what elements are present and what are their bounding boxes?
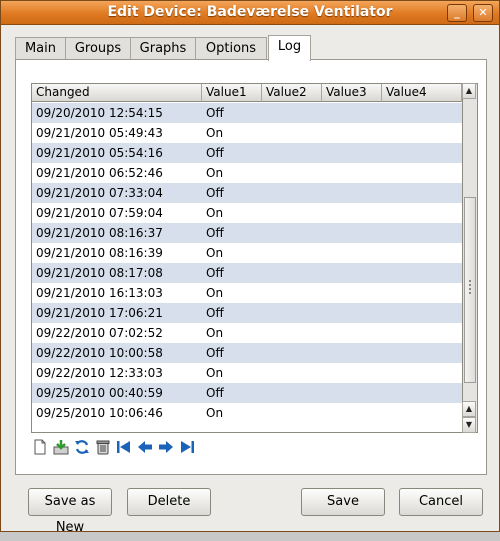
scrollbar-thumb[interactable] bbox=[464, 196, 476, 383]
tab-main[interactable]: Main bbox=[15, 37, 66, 60]
minimize-button[interactable]: _ bbox=[447, 4, 467, 22]
table-row[interactable]: 09/22/2010 12:33:03 On bbox=[32, 363, 462, 383]
cell-changed: 09/22/2010 10:00:58 bbox=[36, 346, 163, 360]
next-record-icon[interactable] bbox=[157, 438, 175, 456]
previous-record-icon[interactable] bbox=[136, 438, 154, 456]
tab-log[interactable]: Log bbox=[268, 35, 311, 61]
cell-value1: On bbox=[206, 326, 224, 340]
scroll-down-button[interactable]: ▼ bbox=[462, 417, 476, 433]
log-table: 09/20/2010 12:53:30On09/20/2010 12:54:15… bbox=[31, 83, 463, 433]
table-row[interactable]: 09/21/2010 07:33:04 Off bbox=[32, 183, 462, 203]
cell-changed: 09/21/2010 07:59:04 bbox=[36, 206, 163, 220]
cell-value1: Off bbox=[206, 266, 224, 280]
title-bar[interactable]: Edit Device: Badeværelse Ventilator _ ✕ bbox=[1, 1, 499, 25]
column-header-changed[interactable]: Changed bbox=[32, 84, 202, 102]
column-header-value2[interactable]: Value2 bbox=[262, 84, 322, 102]
cell-changed: 09/21/2010 08:16:39 bbox=[36, 246, 163, 260]
table-row[interactable]: 09/25/2010 10:06:46 On bbox=[32, 403, 462, 423]
table-row[interactable]: 09/21/2010 08:16:39 On bbox=[32, 243, 462, 263]
column-header-value1[interactable]: Value1 bbox=[202, 84, 262, 102]
cell-value1: Off bbox=[206, 186, 224, 200]
vertical-scrollbar[interactable]: ▲ ▲ ▼ bbox=[462, 83, 478, 433]
cell-value1: On bbox=[206, 366, 224, 380]
cell-value1: On bbox=[206, 406, 224, 420]
table-row[interactable]: 09/21/2010 05:49:43 On bbox=[32, 123, 462, 143]
log-panel: 09/20/2010 12:53:30On09/20/2010 12:54:15… bbox=[15, 59, 487, 475]
table-row[interactable]: 09/21/2010 17:06:21 Off bbox=[32, 303, 462, 323]
save-button[interactable]: Save bbox=[301, 488, 385, 516]
column-header-value4[interactable]: Value4 bbox=[382, 84, 462, 102]
edit-device-window: Edit Device: Badeværelse Ventilator _ ✕ … bbox=[0, 0, 500, 535]
delete-button[interactable]: Delete bbox=[127, 488, 211, 516]
delete-trash-icon[interactable] bbox=[94, 438, 112, 456]
table-row[interactable]: 09/21/2010 08:17:08 Off bbox=[32, 263, 462, 283]
table-row[interactable]: 09/21/2010 16:13:03 On bbox=[32, 283, 462, 303]
cancel-button[interactable]: Cancel bbox=[399, 488, 483, 516]
cell-changed: 09/22/2010 07:02:52 bbox=[36, 326, 163, 340]
table-row[interactable]: 09/20/2010 12:54:15 Off bbox=[32, 103, 462, 123]
cell-value1: On bbox=[206, 166, 224, 180]
cell-changed: 09/21/2010 06:52:46 bbox=[36, 166, 163, 180]
scroll-down-button-upper[interactable]: ▲ bbox=[462, 401, 476, 417]
tab-groups[interactable]: Groups bbox=[65, 37, 131, 60]
cell-changed: 09/21/2010 16:13:03 bbox=[36, 286, 163, 300]
cell-changed: 09/22/2010 12:33:03 bbox=[36, 366, 163, 380]
cell-value1: On bbox=[206, 246, 224, 260]
save-as-new-button[interactable]: Save as New bbox=[28, 488, 112, 535]
cell-value1: Off bbox=[206, 346, 224, 360]
table-row[interactable]: 09/21/2010 07:59:04 On bbox=[32, 203, 462, 223]
first-record-icon[interactable] bbox=[115, 438, 133, 456]
table-row[interactable]: 09/21/2010 06:52:46 On bbox=[32, 163, 462, 183]
cell-changed: 09/20/2010 12:54:15 bbox=[36, 106, 163, 120]
cell-value1: Off bbox=[206, 386, 224, 400]
table-row[interactable]: 09/22/2010 07:02:52 On bbox=[32, 323, 462, 343]
cell-value1: Off bbox=[206, 226, 224, 240]
minimize-icon: _ bbox=[454, 6, 460, 19]
cell-value1: On bbox=[206, 126, 224, 140]
new-document-icon[interactable] bbox=[31, 438, 49, 456]
cell-changed: 09/25/2010 10:06:46 bbox=[36, 406, 163, 420]
scroll-up-button[interactable]: ▲ bbox=[462, 83, 476, 99]
table-row[interactable]: 09/21/2010 08:16:37 Off bbox=[32, 223, 462, 243]
tab-graphs[interactable]: Graphs bbox=[130, 37, 196, 60]
cell-changed: 09/21/2010 05:49:43 bbox=[36, 126, 163, 140]
table-row[interactable]: 09/25/2010 00:40:59 Off bbox=[32, 383, 462, 403]
log-table-header: Changed Value1 Value2 Value3 Value4 bbox=[32, 84, 462, 102]
cell-value1: Off bbox=[206, 106, 224, 120]
table-row[interactable]: 09/22/2010 10:00:58 Off bbox=[32, 343, 462, 363]
table-row[interactable]: 09/21/2010 05:54:16 Off bbox=[32, 143, 462, 163]
last-record-icon[interactable] bbox=[178, 438, 196, 456]
column-header-value3[interactable]: Value3 bbox=[322, 84, 382, 102]
tab-options[interactable]: Options bbox=[195, 37, 267, 60]
cell-changed: 09/21/2010 08:17:08 bbox=[36, 266, 163, 280]
cell-changed: 09/21/2010 05:54:16 bbox=[36, 146, 163, 160]
refresh-icon[interactable] bbox=[73, 438, 91, 456]
cell-value1: On bbox=[206, 206, 224, 220]
cell-changed: 09/25/2010 00:40:59 bbox=[36, 386, 163, 400]
cell-value1: Off bbox=[206, 306, 224, 320]
cell-changed: 09/21/2010 08:16:37 bbox=[36, 226, 163, 240]
cell-value1: On bbox=[206, 286, 224, 300]
window-title: Edit Device: Badeværelse Ventilator bbox=[107, 4, 393, 20]
cell-changed: 09/21/2010 17:06:21 bbox=[36, 306, 163, 320]
cell-value1: Off bbox=[206, 146, 224, 160]
close-button[interactable]: ✕ bbox=[473, 4, 493, 22]
cell-changed: 09/21/2010 07:33:04 bbox=[36, 186, 163, 200]
export-icon[interactable] bbox=[52, 438, 70, 456]
close-icon: ✕ bbox=[478, 6, 488, 19]
